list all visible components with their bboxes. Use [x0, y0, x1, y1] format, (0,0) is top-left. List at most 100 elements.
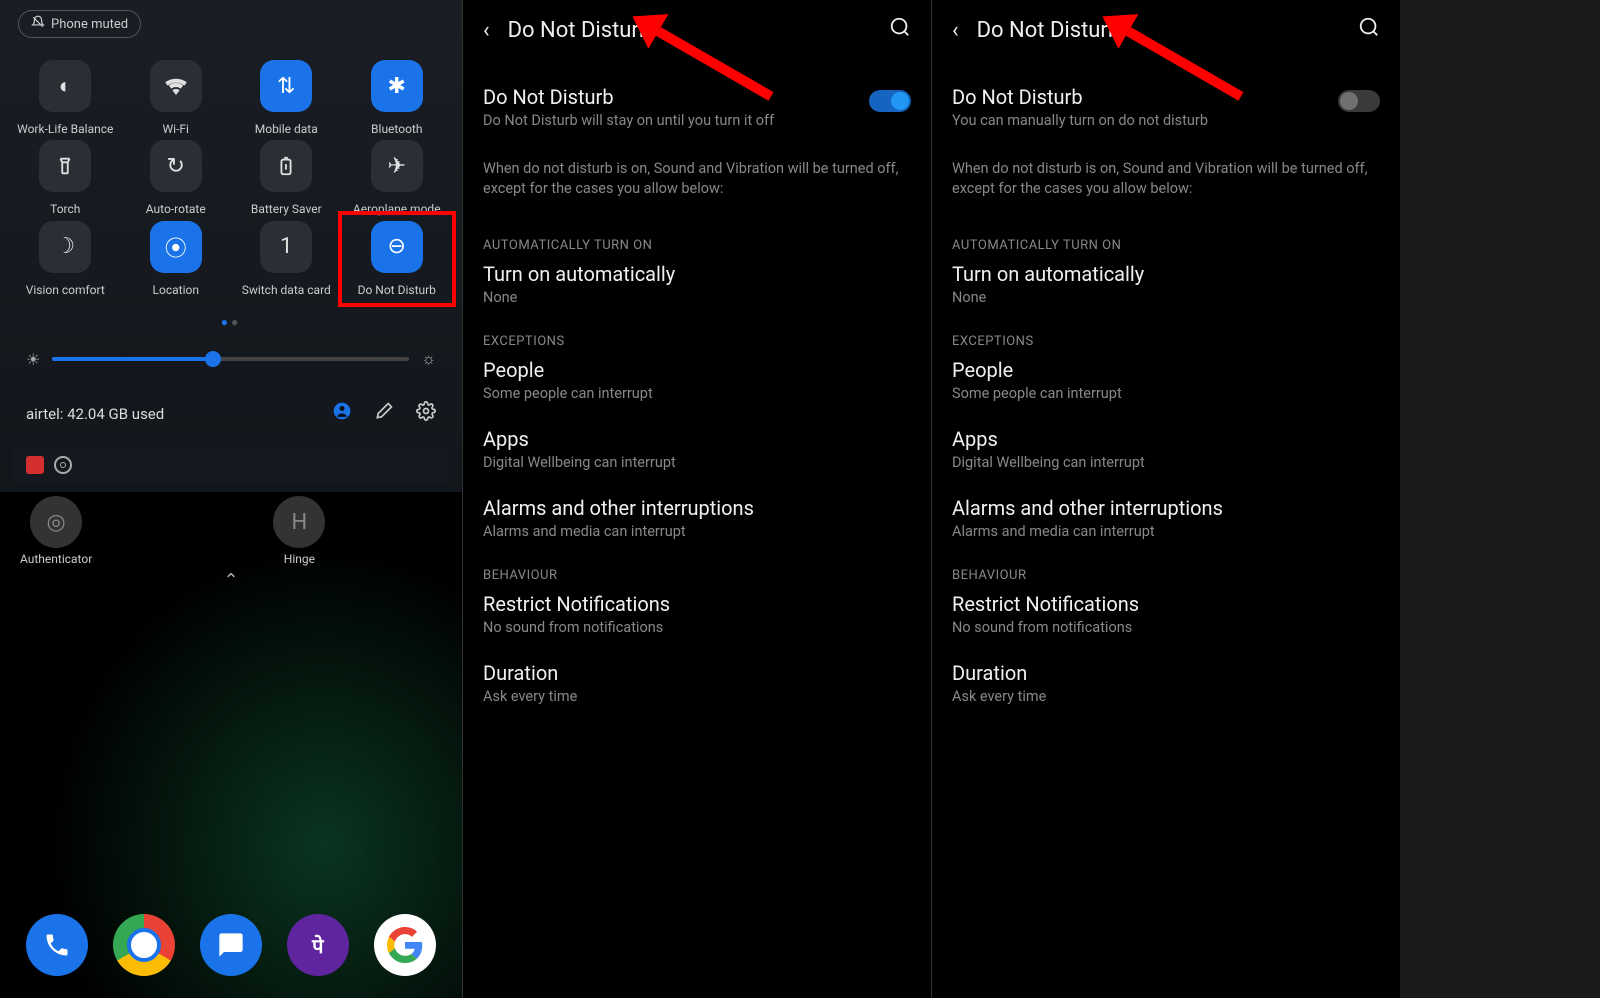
dnd-toggle-title: Do Not Disturb [483, 84, 857, 110]
dock-google-icon[interactable] [374, 914, 436, 976]
duration-item[interactable]: Duration Ask every time [952, 660, 1380, 705]
status-bar: Phone muted [0, 0, 462, 44]
section-behaviour-label: BEHAVIOUR [952, 568, 1380, 583]
back-icon[interactable]: ‹ [952, 18, 959, 43]
dock-phone-icon[interactable] [26, 914, 88, 976]
brightness-slider[interactable]: ☀ ☼ [0, 339, 462, 389]
qs-tile-mobile-data[interactable]: ⇅ Mobile data [233, 60, 340, 136]
notification-row[interactable] [12, 446, 450, 484]
chip-label: Phone muted [51, 17, 128, 32]
alarms-item[interactable]: Alarms and other interruptions Alarms an… [952, 495, 1380, 540]
dock-chrome-icon[interactable] [113, 914, 175, 976]
qs-tile-label: Vision comfort [26, 283, 105, 297]
do-not-disturb-icon[interactable]: ⊖ [371, 221, 423, 273]
qs-tile-auto-rotate[interactable]: ↻ Auto-rotate [123, 140, 230, 216]
settings-icon[interactable] [416, 401, 436, 426]
qs-tile-label: Battery Saver [251, 202, 322, 216]
battery-saver-icon[interactable] [260, 140, 312, 192]
switch-data-card-icon[interactable]: 1 [260, 221, 312, 273]
restrict-notifications-item[interactable]: Restrict Notifications No sound from not… [952, 591, 1380, 636]
vision-comfort-icon[interactable]: ☽ [39, 221, 91, 273]
qs-tile-label: Do Not Disturb [358, 283, 436, 297]
bluetooth-icon[interactable]: ✱ [371, 60, 423, 112]
dnd-settings-panel-on: ‹ Do Not Disturb Do Not Disturb Do Not D… [462, 0, 931, 998]
drawer-handle-icon[interactable]: ⌃ [223, 570, 238, 591]
quick-settings-grid: ◐ Work-Life Balance Wi-Fi ⇅ Mobile data ✱ Blue… [0, 44, 462, 301]
turn-on-automatically-item[interactable]: Turn on automatically None [952, 261, 1380, 306]
restrict-notifications-item[interactable]: Restrict Notifications No sound from not… [483, 591, 911, 636]
dnd-toggle[interactable] [1338, 90, 1380, 112]
wi-fi-icon[interactable] [150, 60, 202, 112]
qs-tile-torch[interactable]: Torch [12, 140, 119, 216]
qs-tile-label: Torch [50, 202, 80, 216]
page-title: Do Not Disturb [977, 18, 1340, 43]
qs-tile-label: Bluetooth [371, 122, 422, 136]
people-item[interactable]: People Some people can interrupt [483, 357, 911, 402]
slider-thumb[interactable] [205, 351, 221, 367]
dnd-settings-panel-off: ‹ Do Not Disturb Do Not Disturb You can … [931, 0, 1400, 998]
people-item[interactable]: People Some people can interrupt [952, 357, 1380, 402]
dnd-toggle-row: Do Not Disturb Do Not Disturb will stay … [483, 84, 911, 129]
qs-tile-bluetooth[interactable]: ✱ Bluetooth [344, 60, 451, 136]
qs-tile-label: Switch data card [242, 283, 331, 297]
home-app-authenticator[interactable]: ◎ Authenticator [20, 496, 92, 566]
dnd-toggle[interactable] [869, 90, 911, 112]
qs-tile-label: Mobile data [255, 122, 318, 136]
turn-on-automatically-item[interactable]: Turn on automatically None [483, 261, 911, 306]
search-icon[interactable] [889, 16, 911, 44]
user-icon[interactable] [332, 401, 352, 426]
quick-settings-footer: airtel: 42.04 GB used [0, 389, 462, 438]
dnd-toggle-sub: You can manually turn on do not disturb [952, 112, 1326, 129]
torch-icon[interactable] [39, 140, 91, 192]
apps-item[interactable]: Apps Digital Wellbeing can interrupt [483, 426, 911, 471]
page-title: Do Not Disturb [508, 18, 871, 43]
settings-header: ‹ Do Not Disturb [932, 0, 1400, 60]
qs-tile-switch-data-card[interactable]: 1 Switch data card [233, 221, 340, 297]
qs-tile-aeroplane-mode[interactable]: ✈Aeroplane mode [344, 140, 451, 216]
qs-tile-battery-saver[interactable]: Battery Saver [233, 140, 340, 216]
section-exceptions-label: EXCEPTIONS [483, 334, 911, 349]
aeroplane-mode-icon[interactable]: ✈ [371, 140, 423, 192]
section-exceptions-label: EXCEPTIONS [952, 334, 1380, 349]
dock-messages-icon[interactable] [200, 914, 262, 976]
section-behaviour-label: BEHAVIOUR [483, 568, 911, 583]
edit-icon[interactable] [374, 401, 394, 426]
apps-item[interactable]: Apps Digital Wellbeing can interrupt [952, 426, 1380, 471]
mobile-data-icon[interactable]: ⇅ [260, 60, 312, 112]
brightness-low-icon: ☀ [26, 350, 40, 369]
app-dock: पे [0, 914, 462, 976]
dnd-help-text: When do not disturb is on, Sound and Vib… [483, 159, 911, 198]
slider-track[interactable] [52, 357, 409, 361]
data-usage-text[interactable]: airtel: 42.04 GB used [26, 405, 164, 423]
notification-app-icon [26, 456, 44, 474]
bell-off-icon [31, 15, 45, 33]
search-icon[interactable] [1358, 16, 1380, 44]
back-icon[interactable]: ‹ [483, 18, 490, 43]
dock-phonepe-icon[interactable]: पे [287, 914, 349, 976]
settings-header: ‹ Do Not Disturb [463, 0, 931, 60]
auto-rotate-icon[interactable]: ↻ [150, 140, 202, 192]
home-screen-area: ◎ Authenticator H Hinge ⌃ पे [0, 492, 462, 998]
work-life-balance-icon[interactable]: ◐ [39, 60, 91, 112]
phone-muted-chip[interactable]: Phone muted [18, 10, 141, 38]
quick-settings-panel: Phone muted ◐ Work-Life Balance Wi-Fi ⇅ Mobi… [0, 0, 462, 998]
alarms-item[interactable]: Alarms and other interruptions Alarms an… [483, 495, 911, 540]
location-icon[interactable]: ⦿ [150, 221, 202, 273]
qs-tile-wi-fi[interactable]: Wi-Fi [123, 60, 230, 136]
brightness-auto-icon: ☼ [421, 349, 436, 369]
qs-tile-work-life-balance[interactable]: ◐ Work-Life Balance [12, 60, 119, 136]
qs-tile-label: Wi-Fi [163, 122, 189, 136]
qs-tile-label: Work-Life Balance [17, 122, 113, 136]
qs-tile-vision-comfort[interactable]: ☽ Vision comfort [12, 221, 119, 297]
hotspot-icon [54, 456, 72, 474]
page-indicator[interactable]: ●● [0, 301, 462, 339]
dnd-toggle-sub: Do Not Disturb will stay on until you tu… [483, 112, 857, 129]
duration-item[interactable]: Duration Ask every time [483, 660, 911, 705]
section-auto-label: AUTOMATICALLY TURN ON [952, 238, 1380, 253]
section-auto-label: AUTOMATICALLY TURN ON [483, 238, 911, 253]
qs-tile-location[interactable]: ⦿ Location [123, 221, 230, 297]
qs-tile-label: Auto-rotate [146, 202, 206, 216]
qs-tile-label: Location [153, 283, 199, 297]
home-app-hinge[interactable]: H Hinge [273, 496, 325, 566]
qs-tile-do-not-disturb[interactable]: ⊖ Do Not Disturb [338, 211, 457, 307]
